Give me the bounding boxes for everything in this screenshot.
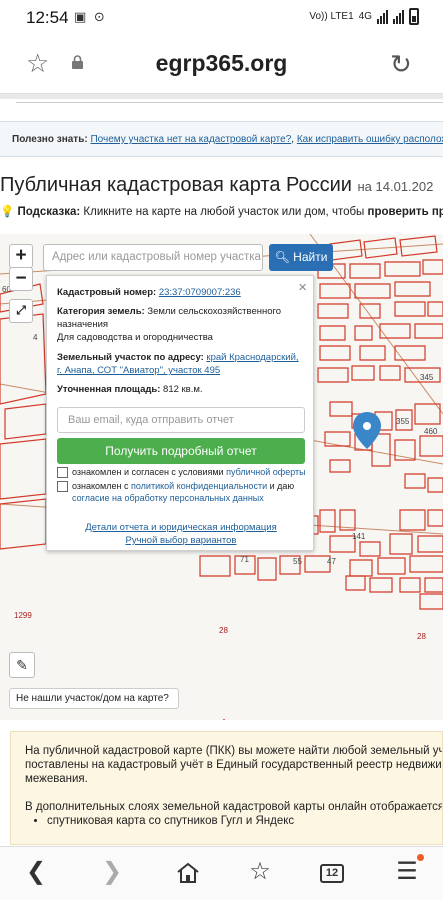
hint-text: Кликните на карте на любой участок или д… bbox=[83, 206, 365, 218]
map-label-1299: 1299 bbox=[14, 611, 32, 620]
info-line-3: межевания. bbox=[25, 773, 88, 785]
map-label-28a: 28 bbox=[219, 626, 228, 635]
privacy-consent: ознакомлен с политикой конфиденциальност… bbox=[72, 480, 312, 504]
page-top-strip bbox=[0, 93, 443, 99]
get-report-button[interactable]: Получить подробный отчет bbox=[57, 438, 305, 464]
details-row: Детали отчета и юридическая информация bbox=[47, 522, 315, 533]
status-right: Vo)) LTE1 4G bbox=[309, 8, 419, 25]
not-found-button[interactable]: Не нашли участок/дом на карте? bbox=[9, 688, 179, 709]
info-line-1: На публичной кадастровой карте (ПКК) вы … bbox=[25, 745, 443, 757]
usage-value: Для садоводства и огородничества bbox=[57, 332, 213, 343]
cadastral-label: Кадастровый номер: bbox=[57, 287, 157, 298]
manual-row: Ручной выбор вариантов bbox=[47, 535, 315, 546]
pencil-icon[interactable]: ✎ bbox=[9, 652, 35, 678]
page-title-text: Публичная кадастровая карта России bbox=[0, 174, 352, 196]
find-button[interactable]: 🔍︎ Найти bbox=[269, 244, 333, 271]
offer-checkbox[interactable] bbox=[57, 467, 68, 478]
bookmarks-star-icon[interactable]: ☆ bbox=[240, 857, 280, 886]
address-row: Земельный участок по адресу: край Красно… bbox=[57, 351, 305, 377]
find-button-label: Найти bbox=[293, 250, 328, 264]
privacy-checkbox[interactable] bbox=[57, 481, 68, 492]
map-label-141: 141 bbox=[352, 532, 366, 541]
status-bar: 12:54 ▣ ⊙ Vo)) LTE1 4G bbox=[0, 0, 443, 34]
fullscreen-icon[interactable]: ⤢ bbox=[9, 299, 33, 323]
page-title-date: на 14.01.202 bbox=[357, 179, 434, 194]
menu-icon[interactable]: ☰ bbox=[387, 857, 427, 886]
tabs-button[interactable]: 12 bbox=[320, 864, 344, 883]
offer-consent: ознакомлен и согласен с условиями публич… bbox=[72, 466, 312, 478]
category-label: Категория земель: bbox=[57, 306, 145, 317]
privacy-consent-text: ознакомлен с bbox=[72, 481, 129, 491]
privacy-consent-tail: и даю bbox=[269, 481, 295, 491]
browser-address-bar: ☆ egrp365.org ↻ bbox=[0, 34, 443, 94]
zoom-out-button[interactable]: − bbox=[9, 267, 33, 291]
home-icon[interactable] bbox=[168, 861, 208, 885]
offer-link[interactable]: публичной оферты bbox=[226, 467, 306, 477]
tip-link-missing-parcel[interactable]: Почему участка нет на кадастровой карте? bbox=[90, 134, 291, 145]
search-input[interactable]: Адрес или кадастровый номер участка bbox=[43, 244, 263, 271]
map-label-28b: 28 bbox=[417, 632, 426, 641]
search-icon: 🔍︎ bbox=[274, 250, 290, 264]
back-icon[interactable]: ❮ bbox=[16, 857, 56, 886]
notification-dot bbox=[417, 854, 424, 861]
notification-icons: ▣ ⊙ bbox=[74, 9, 107, 24]
address-label: Земельный участок по адресу: bbox=[57, 352, 204, 363]
area-label: Уточненная площадь: bbox=[57, 384, 161, 395]
tip-link-fix-location[interactable]: Как исправить ошибку расположения bbox=[297, 134, 443, 145]
manual-select-link[interactable]: Ручной выбор вариантов bbox=[126, 535, 237, 546]
offer-consent-text: ознакомлен и согласен с условиями bbox=[72, 467, 224, 477]
page-title: Публичная кадастровая карта России на 14… bbox=[0, 174, 443, 197]
bulb-icon: 💡 bbox=[0, 206, 15, 218]
map-label-55: 55 bbox=[293, 557, 302, 566]
hint-bold: проверить права с bbox=[367, 206, 443, 218]
area-value: 812 кв.м. bbox=[163, 384, 203, 395]
info-bullet: спутниковая карта со спутников Гугл и Ян… bbox=[47, 814, 442, 828]
parcel-popup: × Кадастровый номер: 23:37:0709007:236 К… bbox=[46, 275, 314, 551]
hint-label: Подсказка: bbox=[17, 206, 81, 218]
url-text[interactable]: egrp365.org bbox=[0, 50, 443, 77]
reload-icon[interactable]: ↻ bbox=[390, 49, 412, 80]
privacy-link[interactable]: политикой конфиденциальности bbox=[131, 481, 267, 491]
info-box: На публичной кадастровой карте (ПКК) вы … bbox=[10, 731, 443, 845]
battery-icon bbox=[409, 8, 419, 25]
area-row: Уточненная площадь: 812 кв.м. bbox=[57, 383, 305, 396]
zoom-in-button[interactable]: + bbox=[9, 244, 33, 268]
details-link[interactable]: Детали отчета и юридическая информация bbox=[85, 522, 277, 533]
map-label-355: 355 bbox=[396, 417, 410, 426]
browser-nav-bar: ❮ ❯ ☆ 12 ☰ bbox=[0, 846, 443, 900]
map-label-460: 460 bbox=[424, 427, 438, 436]
status-time: 12:54 bbox=[26, 8, 69, 27]
info-list: спутниковая карта со спутников Гугл и Ян… bbox=[47, 814, 442, 828]
signal-icon bbox=[377, 9, 388, 24]
tip-label: Полезно знать: bbox=[12, 134, 88, 145]
map-label-345: 345 bbox=[420, 373, 434, 382]
divider bbox=[16, 102, 443, 103]
signal-type: 4G bbox=[358, 11, 372, 22]
email-field[interactable]: Ваш email, куда отправить отчет bbox=[57, 407, 305, 433]
info-line-4: В дополнительных слоях земельной кадастр… bbox=[25, 801, 443, 813]
network-label: Vo)) LTE1 bbox=[309, 11, 354, 22]
cadastral-number-link[interactable]: 23:37:0709007:236 bbox=[159, 287, 241, 298]
map-label-71: 71 bbox=[240, 555, 249, 564]
category-row: Категория земель: Земли сельскохозяйстве… bbox=[57, 305, 305, 331]
tip-bar: Полезно знать: Почему участка нет на кад… bbox=[0, 121, 443, 157]
forward-icon[interactable]: ❯ bbox=[92, 857, 132, 886]
signal2-icon bbox=[393, 9, 404, 24]
hint-line: 💡 Подсказка: Кликните на карте на любой … bbox=[0, 204, 443, 218]
personal-data-link[interactable]: согласие на обработку персональных данны… bbox=[72, 493, 264, 503]
info-line-2: поставлены на кадастровый учёт в Единый … bbox=[25, 759, 443, 771]
map-label-47: 47 bbox=[327, 557, 336, 566]
cadastral-row: Кадастровый номер: 23:37:0709007:236 bbox=[57, 286, 305, 299]
map-label-4: 4 bbox=[33, 333, 38, 342]
location-marker-icon[interactable] bbox=[353, 412, 381, 449]
